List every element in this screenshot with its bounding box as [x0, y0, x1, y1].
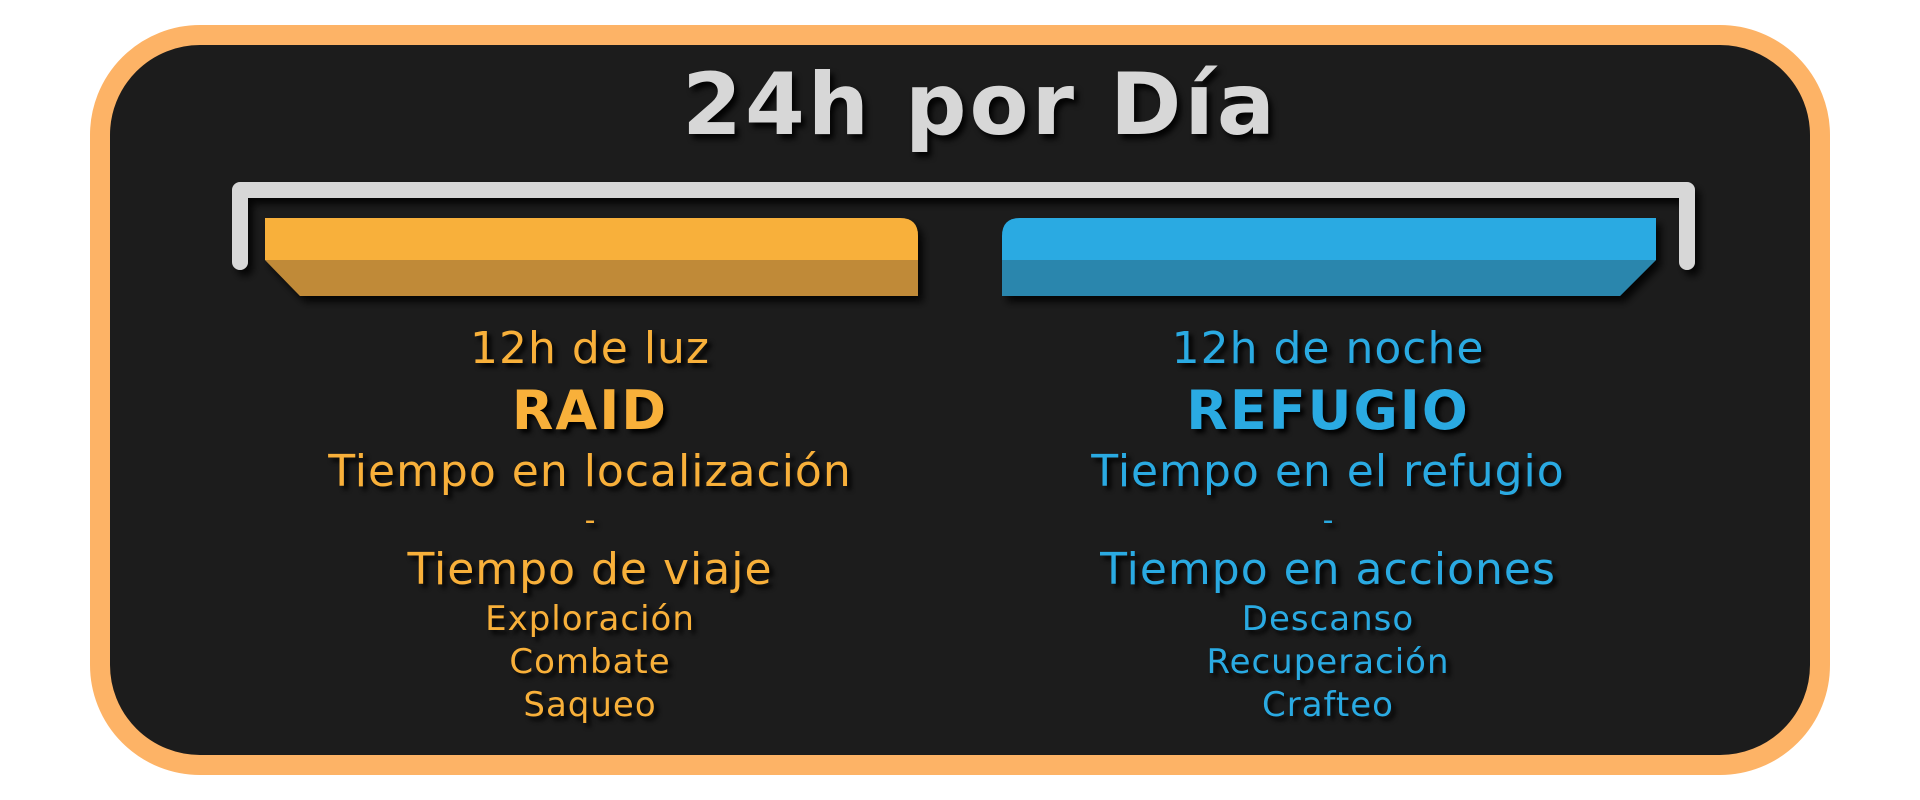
- day-separator: -: [584, 503, 596, 538]
- night-phase-name: REFUGIO: [1186, 379, 1470, 442]
- day-activity-item: Saqueo: [523, 685, 657, 725]
- day-activity-item: Combate: [509, 642, 671, 682]
- day-column: 12h de luz RAID Tiempo en localización -…: [210, 320, 970, 727]
- night-period-label: 12h de noche: [1171, 323, 1485, 374]
- day-activity-item: Exploración: [485, 599, 695, 639]
- day-period-label: 12h de luz: [469, 323, 711, 374]
- day-bar: [265, 218, 918, 296]
- night-activity-item: Recuperación: [1206, 642, 1450, 682]
- night-separator: -: [1322, 503, 1334, 538]
- night-bar: [1002, 218, 1656, 296]
- page-title: 24h por Día: [682, 55, 1278, 155]
- night-time-label: Tiempo en el refugio: [1091, 446, 1565, 497]
- night-activity-item: Descanso: [1241, 599, 1415, 639]
- day-subtime-label: Tiempo de viaje: [407, 544, 773, 595]
- night-column: 12h de noche REFUGIO Tiempo en el refugi…: [948, 320, 1708, 727]
- night-activity-item: Crafteo: [1262, 685, 1394, 725]
- day-phase-name: RAID: [511, 379, 669, 442]
- night-subtime-label: Tiempo en acciones: [1100, 544, 1556, 595]
- day-time-label: Tiempo en localización: [328, 446, 852, 497]
